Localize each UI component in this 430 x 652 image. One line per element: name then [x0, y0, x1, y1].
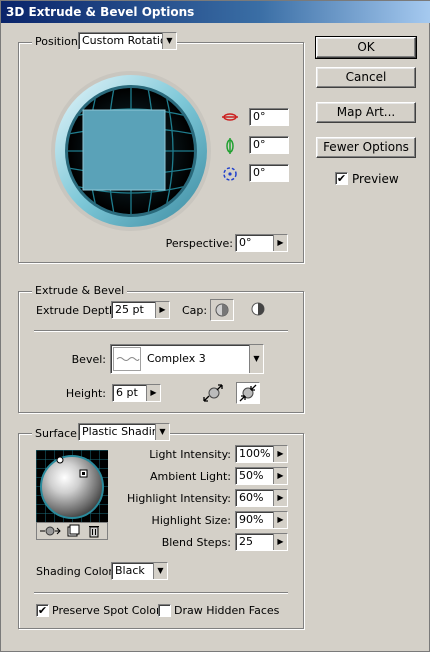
- bevel-select[interactable]: Complex 3 ▼: [110, 344, 264, 374]
- surface-select[interactable]: Plastic Shading ▼: [78, 423, 170, 441]
- preview-label: Preview: [352, 172, 399, 186]
- extrude-depth-field[interactable]: 25 pt ▶: [111, 301, 170, 319]
- cap-on-icon: [215, 303, 229, 317]
- rotation-track-cube[interactable]: [50, 70, 212, 232]
- y-rotation-field[interactable]: 0°: [249, 136, 289, 154]
- y-axis-rotation-icon: [226, 138, 234, 154]
- bevel-extent-out-button[interactable]: [236, 382, 260, 404]
- lighting-sphere-preview[interactable]: [36, 450, 108, 522]
- chevron-right-icon: ▶: [273, 512, 287, 528]
- highlight-size-label: Highlight Size:: [151, 514, 231, 527]
- shading-color-select[interactable]: Black ▼: [111, 562, 168, 580]
- new-light-icon[interactable]: [66, 524, 80, 538]
- extrude-bevel-title: Extrude & Bevel: [32, 284, 128, 298]
- cap-off-button[interactable]: [247, 299, 271, 321]
- chevron-right-icon: ▶: [146, 385, 160, 401]
- preview-checkbox[interactable]: ✔: [335, 172, 348, 185]
- z-axis-rotation-icon: [223, 167, 237, 181]
- x-axis-rotation-icon: [222, 113, 238, 121]
- chevron-right-icon: ▶: [273, 446, 287, 462]
- surface-label: Surface:: [32, 427, 84, 441]
- blend-steps-field[interactable]: 25 ▶: [235, 533, 288, 551]
- trash-icon[interactable]: [87, 524, 101, 538]
- ok-button[interactable]: OK: [315, 36, 417, 59]
- draw-hidden-faces-checkbox[interactable]: [158, 604, 171, 617]
- position-select[interactable]: Custom Rotation ▼: [78, 32, 177, 50]
- draw-hidden-faces-label: Draw Hidden Faces: [174, 604, 280, 617]
- light-intensity-label: Light Intensity:: [149, 448, 231, 461]
- surface-separator: [34, 592, 288, 594]
- position-select-value: Custom Rotation: [82, 34, 174, 47]
- ambient-light-value: 50%: [239, 469, 264, 482]
- perspective-value: 0°: [239, 236, 252, 249]
- cap-off-icon: [251, 302, 265, 316]
- highlight-size-value: 90%: [239, 513, 264, 526]
- cancel-button[interactable]: Cancel: [316, 67, 416, 88]
- highlight-size-field[interactable]: 90% ▶: [235, 511, 288, 529]
- title-bar: 3D Extrude & Bevel Options: [1, 1, 430, 23]
- highlight-intensity-label: Highlight Intensity:: [127, 492, 231, 505]
- bevel-extent-out-icon: [239, 384, 257, 402]
- extrude-depth-value: 25 pt: [115, 303, 144, 316]
- bevel-height-field[interactable]: 6 pt ▶: [112, 384, 161, 402]
- fewer-options-button[interactable]: Fewer Options: [316, 137, 416, 158]
- cap-on-button[interactable]: [210, 299, 234, 321]
- ambient-light-field[interactable]: 50% ▶: [235, 467, 288, 485]
- chevron-right-icon: ▶: [273, 534, 287, 550]
- x-rotation-field[interactable]: 0°: [249, 108, 289, 126]
- cap-label: Cap:: [182, 304, 208, 317]
- bevel-height-value: 6 pt: [116, 386, 138, 399]
- preserve-spot-colors-label: Preserve Spot Colors: [52, 604, 167, 617]
- bevel-extent-in-button[interactable]: [201, 382, 225, 404]
- ambient-light-label: Ambient Light:: [150, 470, 231, 483]
- chevron-down-icon: ▼: [162, 33, 176, 49]
- chevron-right-icon: ▶: [155, 302, 169, 318]
- preserve-spot-colors-checkbox[interactable]: ✔: [36, 604, 49, 617]
- chevron-down-icon: ▼: [249, 345, 263, 373]
- chevron-down-icon: ▼: [153, 563, 167, 579]
- light-intensity-value: 100%: [239, 447, 271, 460]
- perspective-field[interactable]: 0° ▶: [235, 234, 288, 252]
- shading-color-label: Shading Color:: [36, 565, 117, 578]
- bevel-value: Complex 3: [147, 352, 206, 365]
- extrude-separator: [34, 330, 288, 332]
- surface-value: Plastic Shading: [82, 425, 166, 438]
- position-label: Position:: [32, 35, 85, 49]
- perspective-label: Perspective:: [165, 237, 233, 250]
- light-intensity-field[interactable]: 100% ▶: [235, 445, 288, 463]
- highlight-intensity-field[interactable]: 60% ▶: [235, 489, 288, 507]
- chevron-down-icon: ▼: [155, 424, 169, 440]
- z-rotation-field[interactable]: 0°: [249, 164, 289, 182]
- blend-steps-label: Blend Steps:: [161, 536, 231, 549]
- bevel-preview-icon: [113, 347, 141, 371]
- chevron-right-icon: ▶: [273, 468, 287, 484]
- chevron-right-icon: ▶: [273, 490, 287, 506]
- dialog-window: 3D Extrude & Bevel Options OK Cancel Map…: [0, 0, 430, 652]
- bevel-extent-in-icon: [203, 384, 223, 402]
- move-light-back-icon[interactable]: [39, 524, 61, 538]
- highlight-intensity-value: 60%: [239, 491, 264, 504]
- extrude-depth-label: Extrude Depth:: [36, 304, 120, 317]
- shading-color-value: Black: [115, 564, 145, 577]
- blend-steps-value: 25: [239, 535, 253, 548]
- chevron-right-icon: ▶: [273, 235, 287, 251]
- height-label: Height:: [65, 387, 106, 400]
- map-art-button[interactable]: Map Art...: [316, 102, 416, 123]
- bevel-label: Bevel:: [71, 353, 106, 366]
